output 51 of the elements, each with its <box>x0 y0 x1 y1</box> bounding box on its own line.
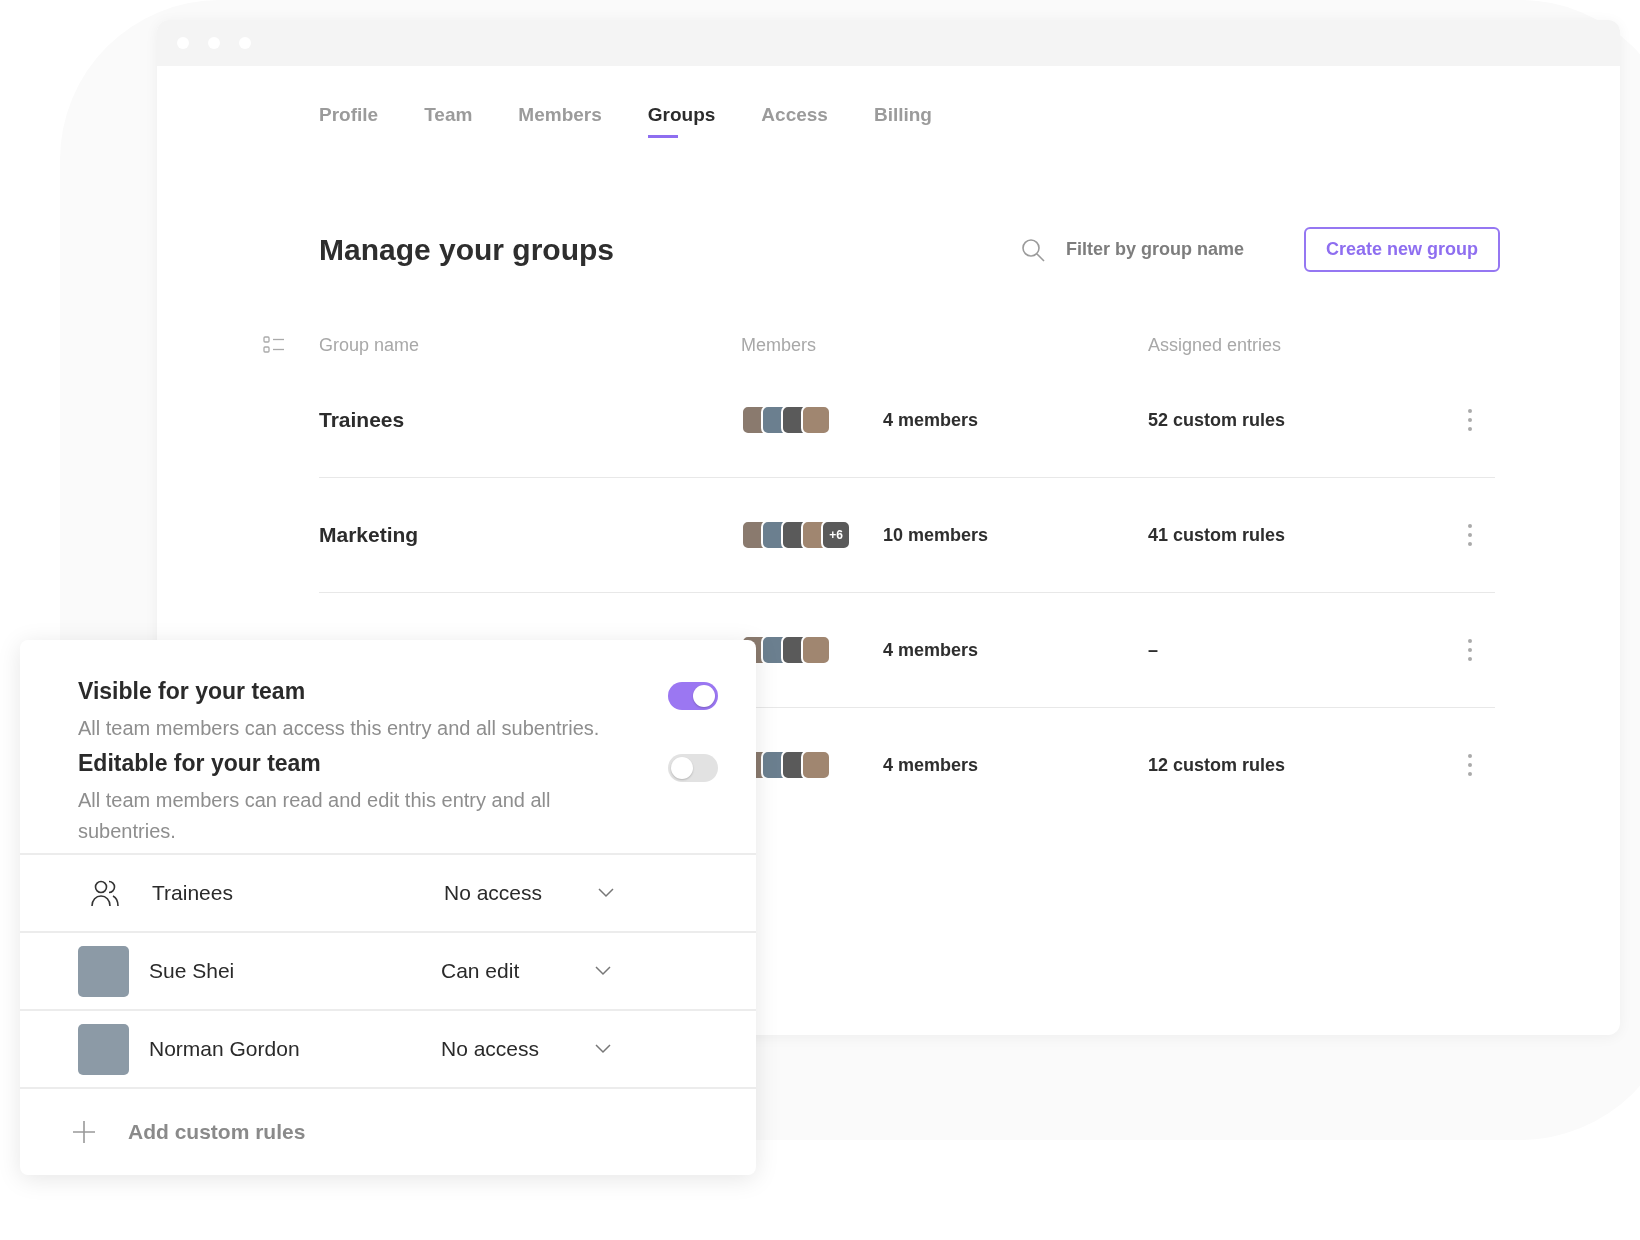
page-title: Manage your groups <box>319 232 616 267</box>
rule-name: Sue Shei <box>149 959 236 983</box>
member-count: 4 members <box>883 639 980 661</box>
assigned-entries: – <box>1148 639 1159 661</box>
more-avatars-badge: +6 <box>821 520 851 550</box>
column-header: Group name <box>319 334 421 356</box>
tab[interactable]: Access <box>761 104 828 141</box>
member-count: 4 members <box>883 754 980 776</box>
create-group-button[interactable]: Create new group <box>1303 227 1500 272</box>
search-field[interactable]: Filter by group name <box>1019 236 1268 263</box>
tab[interactable]: Team <box>424 104 473 141</box>
photo-placeholder <box>78 1023 129 1075</box>
access-dropdown[interactable]: No access <box>441 1037 611 1061</box>
toggle-switch[interactable] <box>668 682 718 710</box>
access-dropdown[interactable]: No access <box>444 881 614 905</box>
tab[interactable]: Profile <box>319 104 379 141</box>
chevron-down-icon <box>598 888 614 898</box>
group-name: Trainees <box>319 408 405 431</box>
tab[interactable]: Billing <box>873 104 932 141</box>
assigned-entries: 41 custom rules <box>1148 524 1287 546</box>
assigned-entries: 52 custom rules <box>1148 409 1287 431</box>
setting-title: Visible for your team <box>78 678 307 705</box>
toggle-switch[interactable] <box>668 754 718 782</box>
column-header: Members <box>741 334 817 356</box>
search-icon <box>1019 236 1046 263</box>
setting-description: All team members can access this entry and all subentries. <box>78 716 601 741</box>
more-options-icon[interactable] <box>1467 523 1473 547</box>
people-icon <box>90 879 120 907</box>
member-count: 10 members <box>883 524 990 546</box>
avatar-photo-placeholder <box>801 750 831 780</box>
setting-title: Editable for your team <box>78 750 322 777</box>
chevron-down-icon <box>595 1044 611 1054</box>
access-dropdown[interactable]: Can edit <box>441 959 611 983</box>
plus-icon <box>72 1120 96 1144</box>
list-icon[interactable] <box>263 335 285 355</box>
chevron-down-icon <box>595 966 611 976</box>
member-count: 4 members <box>883 409 980 431</box>
group-name: Marketing <box>319 523 419 546</box>
column-header: Assigned entries <box>1148 334 1283 356</box>
more-options-icon[interactable] <box>1467 753 1473 777</box>
more-options-icon[interactable] <box>1467 408 1473 432</box>
rule-name: Trainees <box>152 881 234 905</box>
rule-name: Norman Gordon <box>149 1037 301 1061</box>
tab[interactable]: Members <box>518 104 602 141</box>
more-options-icon[interactable] <box>1467 638 1473 662</box>
setting-description: All team members can read and edit this entry and all subentries. <box>78 788 552 844</box>
assigned-entries: 12 custom rules <box>1148 754 1287 776</box>
avatar-photo-placeholder <box>801 635 831 665</box>
photo-placeholder <box>78 945 129 997</box>
avatar-photo-placeholder <box>801 405 831 435</box>
add-custom-rules-button[interactable]: Add custom rules <box>20 1087 756 1175</box>
